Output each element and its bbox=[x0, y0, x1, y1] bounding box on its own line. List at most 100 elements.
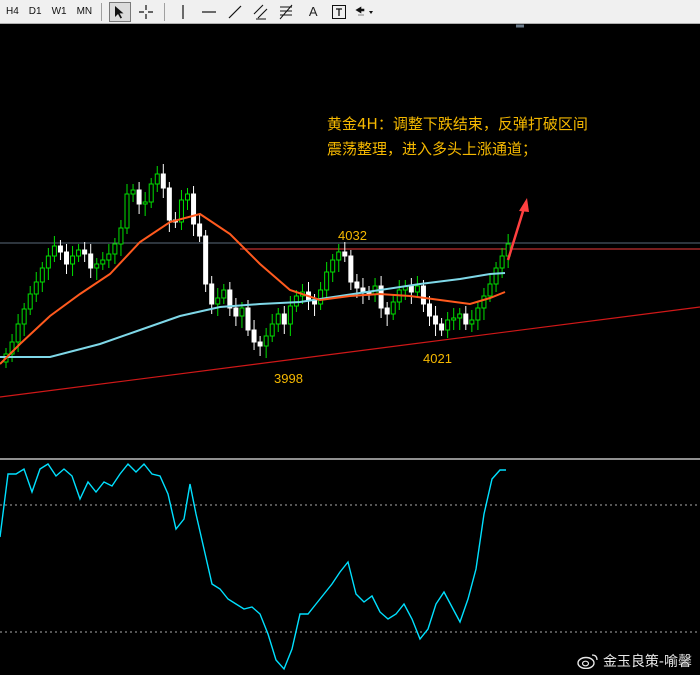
bull-candle bbox=[185, 193, 190, 201]
text-label-icon bbox=[332, 4, 347, 19]
swing-low-left-label: 3998 bbox=[274, 371, 303, 386]
horizontal-line-tool-button[interactable] bbox=[198, 2, 220, 22]
bull-candle bbox=[51, 245, 57, 257]
vertical-line-icon bbox=[182, 4, 184, 19]
bull-candle bbox=[481, 295, 487, 309]
bull-candle bbox=[269, 323, 275, 337]
equidistant-channel-tool-button[interactable] bbox=[250, 2, 272, 22]
bull-candle bbox=[130, 189, 136, 195]
bull-candle bbox=[287, 305, 293, 325]
bull-candle bbox=[39, 267, 45, 283]
bull-candle bbox=[469, 319, 475, 325]
bull-candle bbox=[451, 317, 457, 321]
bear-candle bbox=[408, 285, 414, 293]
bull-candle bbox=[76, 249, 82, 257]
bear-candle bbox=[82, 249, 88, 255]
weibo-icon bbox=[577, 654, 598, 669]
bear-candle bbox=[136, 189, 142, 205]
bull-candle bbox=[142, 201, 148, 205]
bull-candle bbox=[221, 289, 227, 299]
bull-candle bbox=[106, 253, 112, 261]
bull-candle bbox=[100, 259, 106, 265]
bull-candle bbox=[263, 335, 269, 347]
text-tool-label: A bbox=[308, 4, 318, 19]
watermark: 金玉良策-喻馨 bbox=[577, 651, 692, 671]
oscillator-line bbox=[0, 462, 506, 671]
swing-low-right-label: 4021 bbox=[423, 351, 452, 366]
vertical-line-tool-button[interactable] bbox=[172, 2, 194, 22]
bull-candle bbox=[275, 313, 281, 325]
toolbar-separator bbox=[101, 2, 103, 21]
bull-candle bbox=[499, 255, 505, 269]
bull-candle bbox=[487, 283, 493, 297]
toolbar: H4 D1 W1 MN A bbox=[0, 0, 700, 24]
bear-candle bbox=[384, 307, 390, 315]
watermark-text: 金玉良策-喻馨 bbox=[602, 654, 692, 670]
timeframe-d1[interactable]: D1 bbox=[25, 3, 46, 21]
bull-candle bbox=[475, 307, 481, 321]
bear-candle bbox=[203, 235, 209, 285]
text-label-tool-button[interactable] bbox=[328, 2, 350, 22]
bull-candle bbox=[15, 323, 21, 343]
bull-candle bbox=[154, 173, 160, 185]
bull-candle bbox=[27, 293, 33, 310]
timeframe-w1[interactable]: W1 bbox=[48, 3, 71, 21]
bear-candle bbox=[209, 283, 215, 305]
bear-candle bbox=[281, 313, 287, 325]
crosshair-tool-button[interactable] bbox=[135, 2, 157, 22]
bull-candle bbox=[112, 243, 118, 255]
text-tool-button[interactable]: A bbox=[302, 2, 324, 22]
analysis-annotation: 黄金4H：调整下跌结束，反弹打破区间 震荡整理，进入多头上涨通道； bbox=[327, 112, 687, 162]
timeframe-mn[interactable]: MN bbox=[73, 3, 97, 21]
fibonacci-icon bbox=[279, 4, 293, 19]
bear-candle bbox=[433, 315, 439, 325]
bull-candle bbox=[94, 263, 100, 269]
bear-candle bbox=[245, 307, 251, 331]
bull-candle bbox=[118, 227, 124, 245]
annotation-line-2: 震荡整理，进入多头上涨通道； bbox=[327, 140, 538, 158]
bull-candle bbox=[324, 271, 330, 291]
timeframe-h4[interactable]: H4 bbox=[2, 3, 23, 21]
bear-candle bbox=[64, 251, 69, 265]
bull-candle bbox=[33, 281, 39, 295]
bull-candle bbox=[445, 319, 451, 331]
bear-candle bbox=[342, 251, 348, 257]
bull-candle bbox=[124, 193, 130, 229]
bear-candle bbox=[251, 329, 257, 343]
bear-candle bbox=[439, 323, 445, 331]
annotation-line-1: 黄金4H：调整下跌结束，反弹打破区间 bbox=[327, 115, 588, 133]
bull-candle bbox=[239, 307, 245, 317]
up-arrow bbox=[506, 198, 529, 261]
crosshair-icon bbox=[139, 4, 154, 19]
channel-icon bbox=[253, 4, 268, 20]
bull-candle bbox=[45, 255, 51, 269]
bear-candle bbox=[257, 341, 263, 347]
bear-candle bbox=[420, 285, 426, 305]
bear-candle bbox=[463, 313, 469, 325]
bear-candle bbox=[233, 307, 239, 317]
arrows-dropdown-icon bbox=[355, 5, 374, 15]
bear-candle bbox=[354, 281, 360, 289]
trendline-icon bbox=[228, 5, 242, 18]
toolbar-separator bbox=[164, 2, 166, 21]
bear-candle bbox=[57, 245, 63, 253]
bull-candle bbox=[414, 285, 420, 293]
bear-candle bbox=[427, 303, 432, 317]
bull-candle bbox=[330, 259, 336, 273]
bull-candle bbox=[148, 183, 154, 203]
bull-candle bbox=[293, 295, 299, 307]
bull-candle bbox=[336, 251, 342, 261]
arrows-tool-button[interactable] bbox=[354, 2, 376, 22]
bull-candle bbox=[70, 255, 76, 265]
cursor-tool-button[interactable] bbox=[109, 1, 132, 22]
candles-layer bbox=[3, 164, 511, 368]
fibonacci-tool-button[interactable] bbox=[276, 2, 298, 22]
rising-trendline bbox=[0, 306, 700, 398]
bear-candle bbox=[166, 187, 172, 221]
trendline-tool-button[interactable] bbox=[224, 2, 246, 22]
bull-candle bbox=[457, 313, 463, 319]
bull-candle bbox=[215, 297, 221, 305]
bear-candle bbox=[88, 253, 94, 269]
resistance-price-label: 4032 bbox=[338, 228, 367, 243]
cursor-icon bbox=[115, 5, 124, 18]
